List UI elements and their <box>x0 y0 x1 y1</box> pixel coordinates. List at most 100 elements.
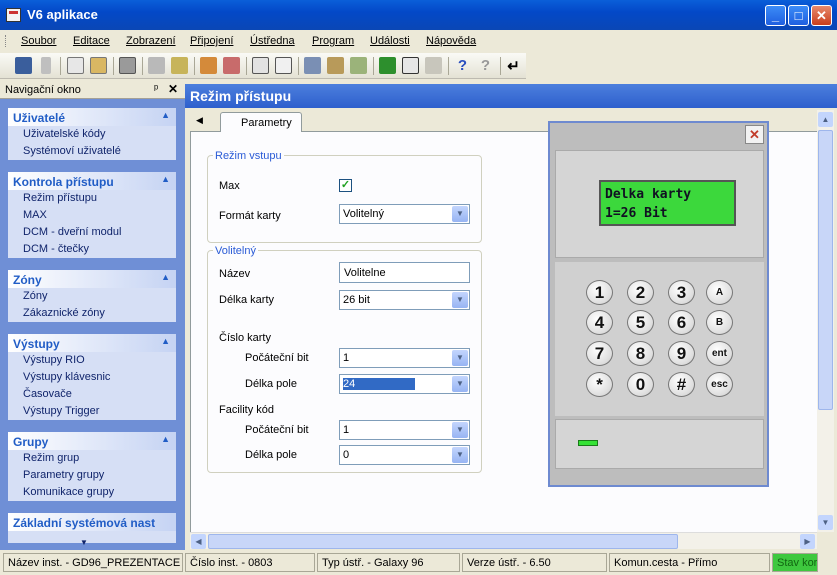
chevron-down-icon[interactable]: ▼ <box>452 350 468 366</box>
key-hash[interactable]: # <box>668 372 695 397</box>
nav-item[interactable]: Výstupy RIO <box>8 352 176 369</box>
phone-disconnect-icon[interactable] <box>148 57 165 74</box>
help-icon[interactable]: ? <box>454 57 471 74</box>
scroll-left-icon[interactable]: ◀ <box>191 534 206 549</box>
context-help-icon[interactable]: ? <box>477 57 494 74</box>
delka-karty-select[interactable]: 26 bit ▼ <box>339 290 470 310</box>
minimize-button[interactable]: _ <box>765 5 786 26</box>
paste-icon[interactable] <box>90 57 107 74</box>
back-arrow-icon[interactable] <box>379 57 396 74</box>
facility-pocatecni-bit-select[interactable]: 1 ▼ <box>339 420 470 440</box>
collapse-icon[interactable]: ▲ <box>161 110 170 120</box>
collapse-icon[interactable]: ▲ <box>161 336 170 346</box>
print-icon[interactable] <box>119 57 136 74</box>
enter-icon[interactable]: ↵ <box>505 57 522 75</box>
pocatecni-bit-select[interactable]: 1 ▼ <box>339 348 470 368</box>
collapse-icon[interactable]: ▲ <box>161 434 170 444</box>
menu-editace[interactable]: Editace <box>73 35 110 47</box>
people-icon[interactable] <box>327 57 344 74</box>
menu-ustredna[interactable]: Ústředna <box>250 35 295 47</box>
nav-scroll-down-icon[interactable]: ▼ <box>80 538 88 547</box>
nav-group-header[interactable]: Uživatelé ▲ <box>8 108 176 126</box>
nav-item[interactable]: Režim grup <box>8 450 176 467</box>
chevron-down-icon[interactable]: ▼ <box>452 376 468 392</box>
horizontal-scrollbar[interactable]: ◀ ▶ <box>190 532 817 549</box>
key-5[interactable]: 5 <box>627 310 654 335</box>
forward-arrow-icon[interactable] <box>425 57 442 74</box>
menu-udalosti[interactable]: Události <box>370 35 410 47</box>
key-3[interactable]: 3 <box>668 280 695 305</box>
key-a[interactable]: A <box>706 280 733 305</box>
key-1[interactable]: 1 <box>586 280 613 305</box>
menu-pripojeni[interactable]: Připojení <box>190 35 233 47</box>
upload-icon[interactable] <box>200 57 217 74</box>
nazev-input[interactable]: Volitelne <box>339 262 470 283</box>
collapse-icon[interactable]: ▲ <box>161 174 170 184</box>
save-icon[interactable] <box>15 57 32 74</box>
key-2[interactable]: 2 <box>627 280 654 305</box>
nav-item[interactable]: Komunikace grupy <box>8 484 176 501</box>
key-star[interactable]: * <box>586 372 613 397</box>
calendar-icon[interactable] <box>252 57 269 74</box>
download-icon[interactable] <box>223 57 240 74</box>
collapse-icon[interactable]: ▲ <box>161 272 170 282</box>
nav-close-icon[interactable]: ✕ <box>168 82 178 96</box>
tab-parametry[interactable]: Parametry <box>220 112 302 133</box>
nav-group-header[interactable]: Výstupy ▲ <box>8 334 176 352</box>
delka-pole-select[interactable]: 24 ▼ <box>339 374 470 394</box>
nav-item[interactable]: Výstupy Trigger <box>8 403 176 420</box>
scroll-thumb[interactable] <box>818 130 833 410</box>
key-8[interactable]: 8 <box>627 341 654 366</box>
nav-group-header[interactable]: Základní systémová nast <box>8 513 176 531</box>
scroll-right-icon[interactable]: ▶ <box>800 534 815 549</box>
chevron-down-icon[interactable]: ▼ <box>452 292 468 308</box>
pin-icon[interactable]: ᵖ <box>154 83 158 95</box>
chevron-down-icon[interactable]: ▼ <box>452 422 468 438</box>
key-9[interactable]: 9 <box>668 341 695 366</box>
nav-item[interactable]: DCM - čtečky <box>8 241 176 258</box>
copy-icon[interactable] <box>67 57 84 74</box>
close-button[interactable]: ✕ <box>811 5 832 26</box>
facility-delka-pole-select[interactable]: 0 ▼ <box>339 445 470 465</box>
menu-napoveda[interactable]: Nápověda <box>426 35 476 47</box>
nav-item[interactable]: Systémoví uživatelé <box>8 143 176 160</box>
scroll-thumb[interactable] <box>208 534 678 549</box>
attach-icon[interactable] <box>41 57 51 74</box>
key-ent[interactable]: ent <box>706 341 733 366</box>
keypad-close-icon[interactable]: ✕ <box>745 125 764 144</box>
chevron-down-icon[interactable]: ▼ <box>452 206 468 222</box>
nav-item[interactable]: Zákaznické zóny <box>8 305 176 322</box>
nav-group-header[interactable]: Grupy ▲ <box>8 432 176 450</box>
nav-item[interactable]: Časovače <box>8 386 176 403</box>
key-6[interactable]: 6 <box>668 310 695 335</box>
key-7[interactable]: 7 <box>586 341 613 366</box>
nav-item[interactable]: MAX <box>8 207 176 224</box>
nav-item[interactable]: Zóny <box>8 288 176 305</box>
chevron-down-icon[interactable]: ▼ <box>452 447 468 463</box>
scroll-up-icon[interactable]: ▲ <box>818 112 833 127</box>
vertical-scrollbar[interactable]: ▲ ▼ <box>817 110 834 532</box>
phone-connect-icon[interactable] <box>171 57 188 74</box>
menu-program[interactable]: Program <box>312 35 354 47</box>
network-icon[interactable] <box>304 57 321 74</box>
nav-item[interactable]: Výstupy klávesnic <box>8 369 176 386</box>
menu-soubor[interactable]: Soubor <box>21 35 56 47</box>
scroll-down-icon[interactable]: ▼ <box>818 515 833 530</box>
key-4[interactable]: 4 <box>586 310 613 335</box>
nav-group-header[interactable]: Zóny ▲ <box>8 270 176 288</box>
max-checkbox[interactable]: ✓ <box>339 179 352 192</box>
key-b[interactable]: B <box>706 310 733 335</box>
format-karty-select[interactable]: Volitelný ▼ <box>339 204 470 224</box>
maximize-button[interactable]: □ <box>788 5 809 26</box>
key-esc[interactable]: esc <box>706 372 733 397</box>
key-0[interactable]: 0 <box>627 372 654 397</box>
menu-zobrazeni[interactable]: Zobrazení <box>126 35 176 47</box>
nav-item[interactable]: Režim přístupu <box>8 190 176 207</box>
calendar-edit-icon[interactable] <box>275 57 292 74</box>
window-icon[interactable] <box>402 57 419 74</box>
nav-item[interactable]: Parametry grupy <box>8 467 176 484</box>
calculator-icon[interactable] <box>350 57 367 74</box>
nav-item[interactable]: DCM - dveřní modul <box>8 224 176 241</box>
nav-group-header[interactable]: Kontrola přístupu ▲ <box>8 172 176 190</box>
tab-scroll-left-icon[interactable]: ◀ <box>196 115 203 126</box>
